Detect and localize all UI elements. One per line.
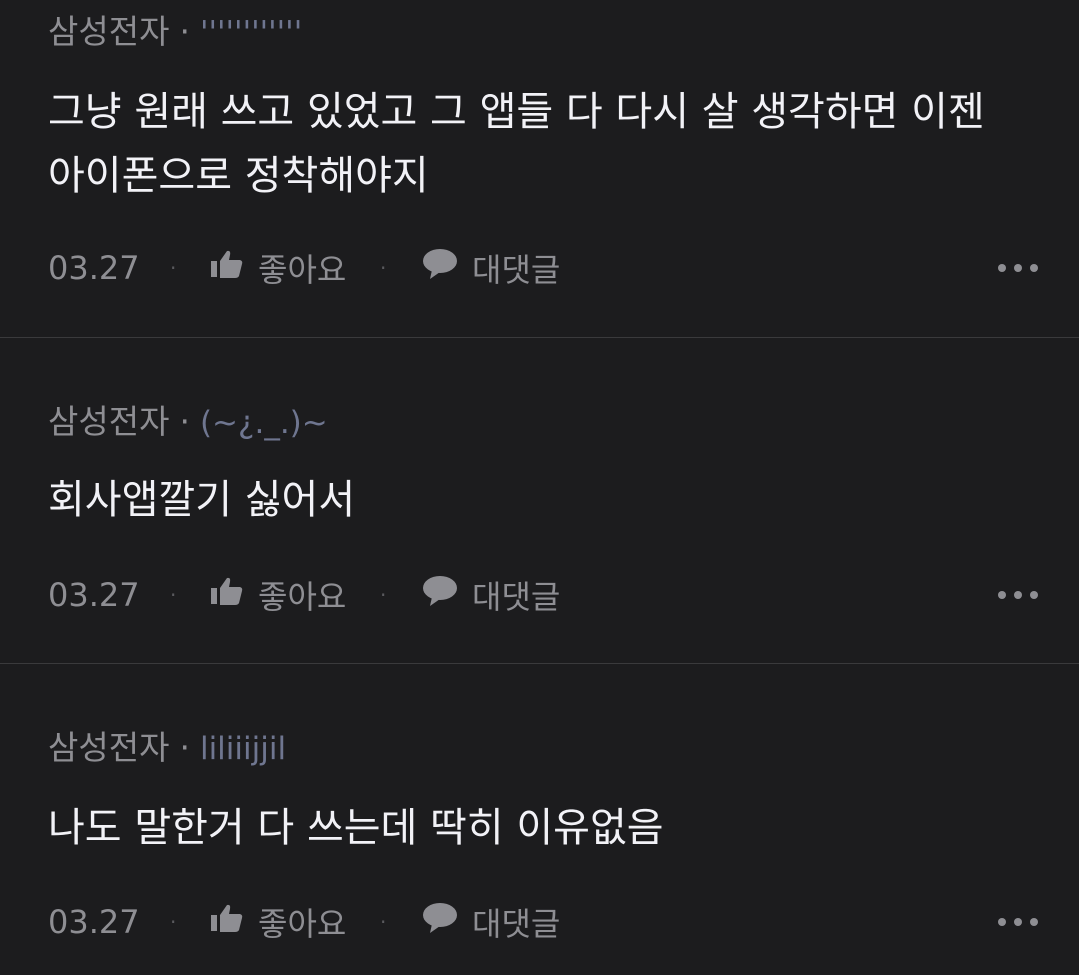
more-dot <box>1030 591 1038 599</box>
nickname[interactable]: liliiijjil <box>200 731 286 767</box>
reply-label: 대댓글 <box>472 905 561 943</box>
separator-dot: · <box>380 583 387 607</box>
nickname[interactable]: '''''''''''' <box>200 15 302 51</box>
comment-text: 회사앱깔기 싫어서 <box>48 477 356 523</box>
more-dot <box>1030 264 1038 272</box>
like-label: 좋아요 <box>258 905 347 943</box>
company-name: 삼성전자 <box>48 402 170 441</box>
more-options-button[interactable] <box>998 248 1038 288</box>
more-dot <box>1014 918 1022 926</box>
comment-actions: 03.27 · 좋아요 · 대댓글 <box>48 902 1038 943</box>
like-button[interactable]: 좋아요 <box>210 575 347 616</box>
separator-dot: · <box>170 910 177 934</box>
more-dots-icon <box>998 918 1006 926</box>
like-label: 좋아요 <box>258 251 347 289</box>
divider <box>0 337 1079 338</box>
reply-label: 대댓글 <box>472 251 561 289</box>
divider <box>0 663 1079 664</box>
comment-text: 그냥 원래 쓰고 있었고 그 앱들 다 다시 살 생각하면 이젠 아이폰으로 정… <box>48 89 985 199</box>
more-dots-icon <box>998 591 1006 599</box>
more-dot <box>1014 591 1022 599</box>
more-dots-icon <box>998 264 1006 272</box>
like-label: 좋아요 <box>258 578 347 616</box>
reply-button[interactable]: 대댓글 <box>422 902 561 943</box>
comment-actions: 03.27 · 좋아요 · 대댓글 <box>48 248 1038 289</box>
comment-author: 삼성전자 · liliiijjil <box>48 728 286 769</box>
comment-date: 03.27 <box>48 576 140 614</box>
comment-author: 삼성전자 · '''''''''''' <box>48 12 302 53</box>
separator-dot: · <box>179 402 190 441</box>
comment-text: 나도 말한거 다 쓰는데 딱히 이유없음 <box>48 805 664 851</box>
nickname[interactable]: (~¿._.)~ <box>200 405 328 441</box>
speech-bubble-icon <box>422 902 458 942</box>
separator-dot: · <box>179 728 190 767</box>
like-button[interactable]: 좋아요 <box>210 902 347 943</box>
comment-date: 03.27 <box>48 249 140 287</box>
thumbs-up-icon <box>210 903 244 941</box>
separator-dot: · <box>179 12 190 51</box>
separator-dot: · <box>170 583 177 607</box>
comment-author: 삼성전자 · (~¿._.)~ <box>48 402 328 443</box>
more-dot <box>1014 264 1022 272</box>
company-name: 삼성전자 <box>48 12 170 51</box>
separator-dot: · <box>380 910 387 934</box>
thumbs-up-icon <box>210 249 244 287</box>
more-options-button[interactable] <box>998 902 1038 942</box>
comment-date: 03.27 <box>48 903 140 941</box>
comment-actions: 03.27 · 좋아요 · 대댓글 <box>48 575 1038 616</box>
like-button[interactable]: 좋아요 <box>210 248 347 289</box>
more-dot <box>1030 918 1038 926</box>
company-name: 삼성전자 <box>48 728 170 767</box>
thumbs-up-icon <box>210 576 244 614</box>
speech-bubble-icon <box>422 248 458 288</box>
separator-dot: · <box>380 256 387 280</box>
reply-label: 대댓글 <box>472 578 561 616</box>
speech-bubble-icon <box>422 575 458 615</box>
reply-button[interactable]: 대댓글 <box>422 248 561 289</box>
separator-dot: · <box>170 256 177 280</box>
reply-button[interactable]: 대댓글 <box>422 575 561 616</box>
more-options-button[interactable] <box>998 575 1038 615</box>
